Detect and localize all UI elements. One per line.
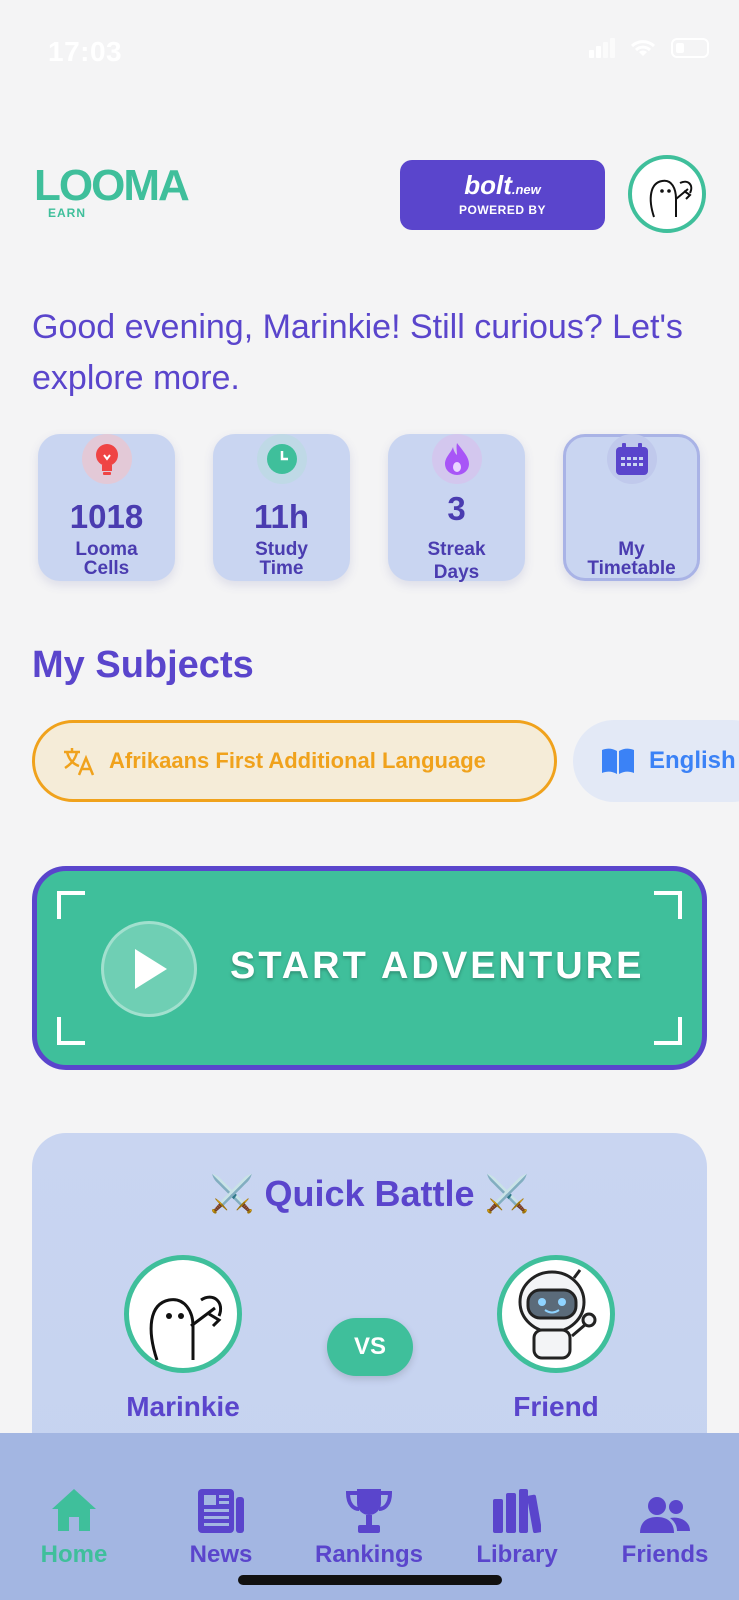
stat-label: Streak Days <box>427 539 486 583</box>
crossed-swords-icon: ⚔️ <box>209 1173 255 1214</box>
crossed-swords-icon: ⚔️ <box>484 1173 530 1214</box>
nav-label: News <box>189 1541 253 1568</box>
frame-corner <box>654 1017 682 1045</box>
home-indicator <box>238 1575 502 1585</box>
lightbulb-icon <box>82 434 132 484</box>
trophy-icon <box>295 1473 443 1533</box>
stat-card-timetable[interactable]: My Timetable <box>563 434 700 581</box>
nav-friends[interactable]: Friends <box>591 1473 739 1569</box>
newspaper-icon <box>147 1473 295 1533</box>
subject-chip-afrikaans[interactable]: Afrikaans First Additional Language <box>32 720 557 802</box>
flame-icon <box>432 434 482 484</box>
subjects-title: My Subjects <box>32 644 254 686</box>
status-icons <box>589 38 709 58</box>
player-avatar[interactable] <box>124 1255 242 1373</box>
opponent-avatar[interactable] <box>497 1255 615 1373</box>
avatar-drawing-icon <box>649 179 693 218</box>
subject-chip-english[interactable]: English <box>573 720 739 802</box>
logo-text: LOOMA <box>34 161 190 210</box>
nav-home[interactable]: Home <box>0 1473 148 1569</box>
stat-card-looma-cells[interactable]: 1018 Looma Cells <box>38 434 175 581</box>
home-icon <box>0 1473 148 1533</box>
greeting-text: Good evening, Marinkie! Still curious? L… <box>32 308 683 397</box>
status-time: 17:03 <box>48 36 123 67</box>
nav-news[interactable]: News <box>147 1473 295 1569</box>
quick-battle-title: ⚔️ Quick Battle ⚔️ <box>209 1173 530 1214</box>
nav-library[interactable]: Library <box>443 1473 591 1569</box>
nav-label: Friends <box>621 1541 709 1568</box>
subject-label: English <box>649 747 736 774</box>
start-adventure-label: START ADVENTURE <box>230 945 645 987</box>
frame-corner <box>57 891 85 919</box>
player-name: Marinkie <box>126 1391 240 1422</box>
frame-corner <box>57 1017 85 1045</box>
stat-value: 11h <box>253 498 310 535</box>
calendar-icon <box>607 434 657 484</box>
nav-label: Rankings <box>314 1541 424 1568</box>
stat-card-study-time[interactable]: 11h Study Time <box>213 434 350 581</box>
nav-label: Library <box>476 1541 558 1568</box>
profile-avatar[interactable] <box>628 155 706 233</box>
vs-badge: VS <box>327 1318 413 1376</box>
stat-card-streak-days[interactable]: 3 Streak Days <box>388 434 525 583</box>
opponent-name: Friend <box>513 1391 599 1422</box>
app-logo: LOOMA EARN <box>34 164 194 224</box>
robot-icon <box>518 1269 597 1360</box>
book-icon <box>602 748 634 774</box>
wifi-icon <box>630 40 656 56</box>
powered-by-badge[interactable]: bolt.new POWERED BY <box>400 160 605 230</box>
frame-corner <box>654 891 682 919</box>
nav-label: Home <box>40 1541 108 1568</box>
player-drawing-icon <box>149 1295 222 1361</box>
library-icon <box>443 1473 591 1533</box>
play-icon <box>101 921 197 1017</box>
bolt-powered-by: POWERED BY <box>458 203 546 217</box>
stat-label: Looma Cells <box>75 539 138 579</box>
nav-rankings[interactable]: Rankings <box>295 1473 443 1569</box>
users-icon <box>591 1473 739 1533</box>
stat-value: 3 <box>447 490 466 527</box>
subject-label: Afrikaans First Additional Language <box>109 748 486 773</box>
signal-icon <box>589 38 615 58</box>
translate-icon <box>64 748 95 776</box>
bolt-name: bolt.new <box>464 170 541 200</box>
logo-sub: EARN <box>48 206 87 220</box>
stat-label: My Timetable <box>587 539 676 579</box>
battery-icon <box>671 38 709 58</box>
start-adventure-button[interactable]: START ADVENTURE <box>32 866 707 1070</box>
stat-value: 1018 <box>69 498 144 535</box>
clock-icon <box>257 434 307 484</box>
stat-label: Study Time <box>255 539 308 579</box>
